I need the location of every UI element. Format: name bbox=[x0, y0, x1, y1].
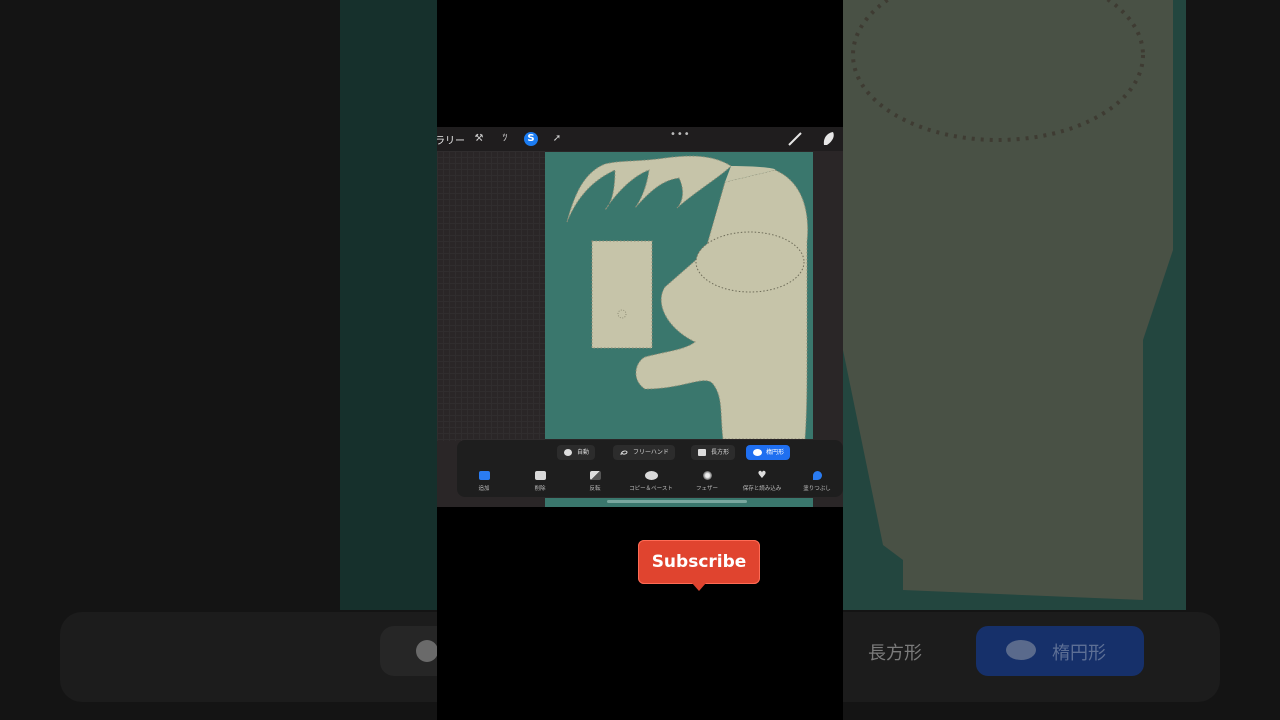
add-icon bbox=[478, 471, 490, 480]
action-save-load-label: 保存と読み込み bbox=[742, 486, 782, 492]
action-feather-button[interactable]: フェザー bbox=[681, 471, 733, 492]
blurred-ellipse-icon bbox=[1006, 640, 1036, 660]
circle-icon bbox=[564, 449, 572, 456]
remove-icon bbox=[534, 471, 546, 480]
mode-auto-button[interactable]: 自動 bbox=[557, 445, 596, 460]
action-invert-button[interactable]: 反転 bbox=[569, 471, 621, 492]
action-copy-paste-button[interactable]: コピー＆ペースト bbox=[625, 471, 677, 492]
invert-icon bbox=[589, 471, 601, 480]
drawing-canvas[interactable] bbox=[545, 152, 813, 439]
mode-freehand-label: フリーハンド bbox=[633, 449, 669, 456]
mode-ellipse-label: 楕円形 bbox=[766, 449, 785, 456]
action-copy-paste-label: コピー＆ペースト bbox=[629, 486, 673, 492]
freehand-icon bbox=[620, 450, 628, 456]
heart-icon: ♥ bbox=[757, 470, 767, 481]
top-toolbar: ラリー ⚒ ﾂ S ➚ ••• bbox=[437, 127, 843, 151]
copy-paste-icon bbox=[644, 471, 658, 480]
action-fill-label: 塗りつぶし bbox=[803, 486, 831, 492]
home-indicator bbox=[607, 500, 747, 503]
mode-auto-label: 自動 bbox=[577, 449, 590, 456]
blurred-artwork bbox=[843, 0, 1173, 600]
more-icon[interactable]: ••• bbox=[670, 129, 691, 140]
feather-icon bbox=[702, 471, 712, 480]
action-add-label: 追加 bbox=[478, 486, 490, 492]
blurred-ellipse-chip: 楕円形 bbox=[976, 626, 1144, 676]
action-feather-label: フェザー bbox=[695, 486, 718, 492]
smudge-icon[interactable] bbox=[821, 130, 837, 148]
blurred-ellipse-label: 楕円形 bbox=[1052, 643, 1106, 664]
wrench-icon[interactable]: ⚒ bbox=[472, 132, 486, 146]
transform-icon[interactable]: ➚ bbox=[550, 132, 564, 146]
selection-panel: 自動 フリーハンド 長方形 楕円形 追加 削除 反転 コピー＆ペースト フェザー… bbox=[457, 440, 843, 497]
blurred-canvas-left bbox=[340, 0, 440, 610]
rectangle-icon bbox=[698, 449, 706, 456]
procreate-screen: ラリー ⚒ ﾂ S ➚ ••• 自動 フリーハンド 長方形 楕円形 追加 削除 … bbox=[437, 127, 843, 507]
subscribe-pointer bbox=[692, 583, 706, 591]
action-fill-button[interactable]: 塗りつぶし bbox=[791, 471, 843, 492]
ellipse-icon bbox=[753, 449, 762, 456]
brush-icon[interactable] bbox=[787, 131, 803, 147]
blurred-rect-label: 長方形 bbox=[868, 643, 922, 664]
action-invert-label: 反転 bbox=[589, 486, 601, 492]
canvas-grid bbox=[437, 151, 545, 441]
mode-rectangle-label: 長方形 bbox=[711, 449, 730, 456]
mode-rectangle-button[interactable]: 長方形 bbox=[691, 445, 736, 460]
action-remove-button[interactable]: 削除 bbox=[514, 471, 566, 492]
action-save-load-button[interactable]: ♥ 保存と読み込み bbox=[736, 470, 788, 493]
selection-icon[interactable]: S bbox=[524, 132, 538, 146]
fill-icon bbox=[812, 471, 822, 480]
subscribe-button[interactable]: Subscribe bbox=[638, 540, 760, 584]
action-remove-label: 削除 bbox=[534, 486, 546, 492]
mode-ellipse-button[interactable]: 楕円形 bbox=[746, 445, 791, 460]
mode-freehand-button[interactable]: フリーハンド bbox=[613, 445, 675, 460]
gallery-button[interactable]: ラリー bbox=[437, 132, 465, 147]
blurred-dot-icon bbox=[416, 640, 438, 662]
action-add-button[interactable]: 追加 bbox=[458, 471, 510, 492]
magic-wand-icon[interactable]: ﾂ bbox=[498, 132, 512, 146]
